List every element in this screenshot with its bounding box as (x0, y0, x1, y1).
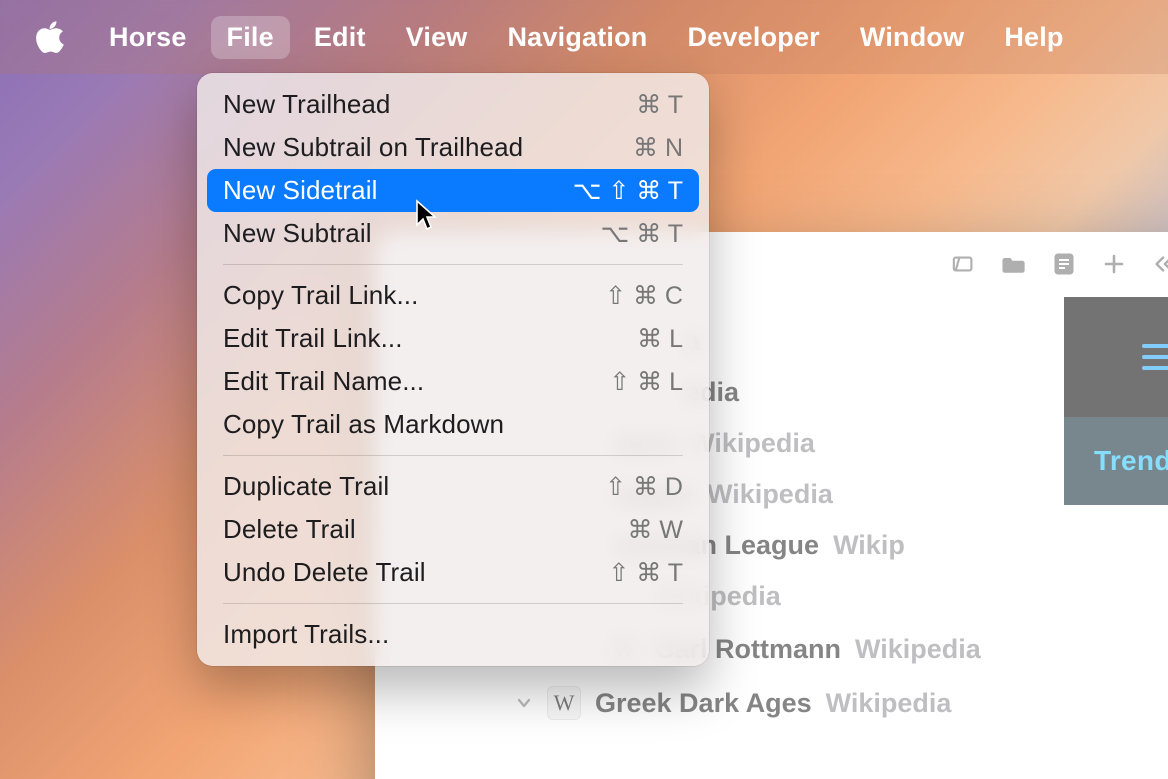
menu-window[interactable]: Window (844, 16, 980, 59)
menu-item-shortcut: ⇧ ⌘ D (605, 472, 683, 502)
menu-item-label: Copy Trail Link... (223, 280, 418, 311)
menu-item-new-trailhead[interactable]: New Trailhead ⌘ T (207, 83, 699, 126)
menu-item-delete-trail[interactable]: Delete Trail ⌘ W (207, 508, 699, 551)
menu-help[interactable]: Help (988, 16, 1079, 59)
trail-row[interactable]: W Greek Dark Ages Wikipedia (375, 676, 1168, 730)
menu-item-label: Undo Delete Trail (223, 557, 426, 588)
menu-item-label: New Trailhead (223, 89, 391, 120)
side-panel: Trendin (1064, 232, 1168, 779)
menu-item-shortcut: ⌘ T (636, 90, 683, 120)
responsive-icon[interactable] (952, 252, 976, 276)
trail-source: Wikipedia (855, 634, 981, 665)
menubar: Horse FileEditViewNavigationDeveloperWin… (0, 0, 1168, 74)
menu-separator (223, 264, 683, 265)
trail-source: Wikipedia (707, 479, 833, 510)
menu-file[interactable]: File (211, 16, 290, 59)
menu-item-edit-trail-link[interactable]: Edit Trail Link... ⌘ L (207, 317, 699, 360)
menu-edit[interactable]: Edit (298, 16, 382, 59)
menu-navigation[interactable]: Navigation (491, 16, 663, 59)
menu-separator (223, 455, 683, 456)
file-menu-dropdown: New Trailhead ⌘ T New Subtrail on Trailhea… (197, 73, 709, 666)
menu-item-label: New Subtrail (223, 218, 372, 249)
menu-item-label: Delete Trail (223, 514, 356, 545)
menu-item-copy-trail-as-markdown[interactable]: Copy Trail as Markdown (207, 403, 699, 446)
menu-item-undo-delete-trail[interactable]: Undo Delete Trail ⇧ ⌘ T (207, 551, 699, 594)
menu-item-label: Edit Trail Name... (223, 366, 424, 397)
menu-item-shortcut: ⌘ L (637, 324, 683, 354)
chevron-down-icon[interactable] (515, 695, 533, 711)
menu-item-copy-trail-link[interactable]: Copy Trail Link... ⇧ ⌘ C (207, 274, 699, 317)
wikipedia-favicon: W (547, 686, 581, 720)
menu-item-shortcut: ⌥ ⇧ ⌘ T (573, 176, 683, 206)
apple-logo[interactable] (34, 18, 67, 56)
menu-item-shortcut: ⇧ ⌘ L (609, 367, 683, 397)
menu-item-label: Duplicate Trail (223, 471, 389, 502)
hamburger-icon[interactable] (1140, 341, 1168, 373)
trail-title: Greek Dark Ages (595, 688, 812, 719)
menu-view[interactable]: View (390, 16, 484, 59)
menu-item-shortcut: ⌘ N (633, 133, 683, 163)
side-dark-bar (1064, 297, 1168, 417)
menu-item-shortcut: ⌘ W (627, 515, 683, 545)
menu-item-new-sidetrail[interactable]: New Sidetrail ⌥ ⇧ ⌘ T (207, 169, 699, 212)
menu-item-new-subtrail-on-trailhead[interactable]: New Subtrail on Trailhead ⌘ N (207, 126, 699, 169)
menu-item-label: Import Trails... (223, 619, 389, 650)
menu-item-shortcut: ⇧ ⌘ C (605, 281, 683, 311)
menu-item-label: New Sidetrail (223, 175, 377, 206)
menu-item-edit-trail-name[interactable]: Edit Trail Name... ⇧ ⌘ L (207, 360, 699, 403)
menu-app-name[interactable]: Horse (93, 16, 203, 59)
trail-source: Wikip (833, 530, 905, 561)
side-tab[interactable]: Trendin (1064, 417, 1168, 505)
folder-icon[interactable] (1002, 252, 1026, 276)
menu-item-duplicate-trail[interactable]: Duplicate Trail ⇧ ⌘ D (207, 465, 699, 508)
menu-developer[interactable]: Developer (672, 16, 836, 59)
menu-item-label: Copy Trail as Markdown (223, 409, 504, 440)
menu-item-import-trails[interactable]: Import Trails... (207, 613, 699, 656)
menu-separator (223, 603, 683, 604)
menu-item-shortcut: ⇧ ⌘ T (608, 558, 683, 588)
menu-item-new-subtrail[interactable]: New Subtrail ⌥ ⌘ T (207, 212, 699, 255)
menu-item-shortcut: ⌥ ⌘ T (600, 219, 683, 249)
trail-source: Wikipedia (826, 688, 952, 719)
menu-item-label: New Subtrail on Trailhead (223, 132, 523, 163)
menu-item-label: Edit Trail Link... (223, 323, 403, 354)
